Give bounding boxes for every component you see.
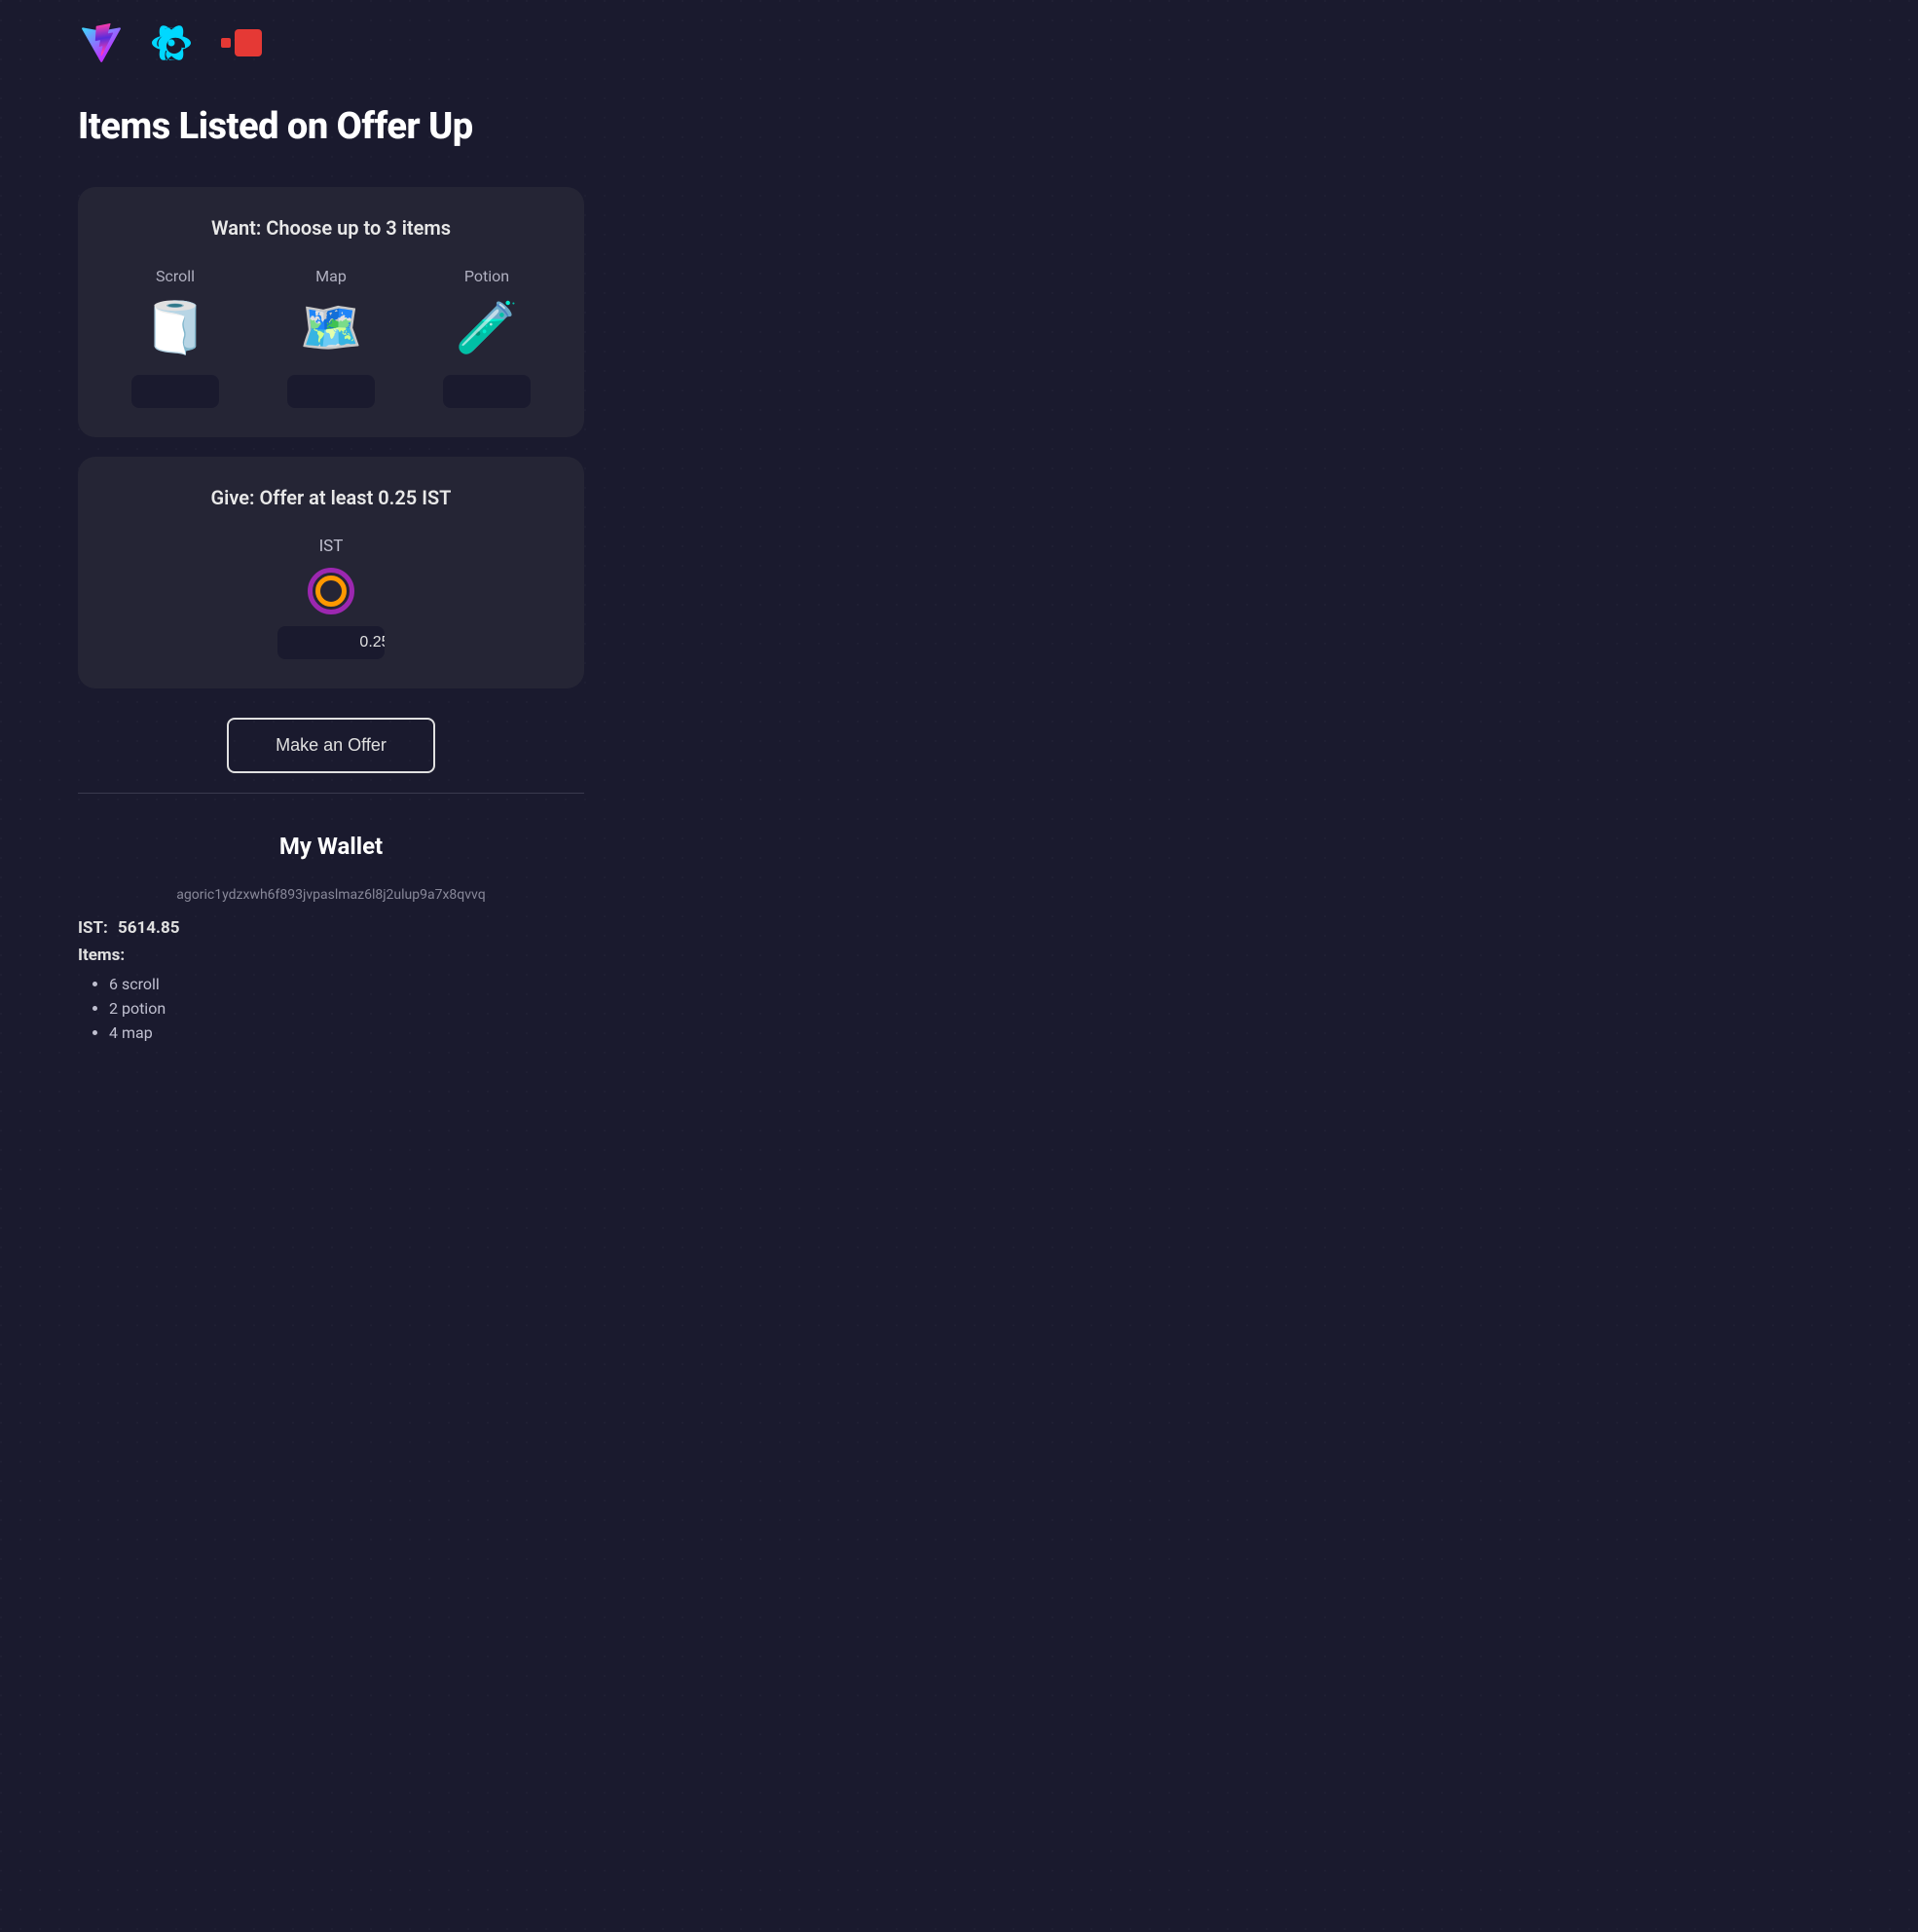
map-quantity-input[interactable] bbox=[287, 375, 375, 408]
potion-spinner: ▲ ▼ bbox=[443, 375, 531, 408]
wallet-ist-value: 5614.85 bbox=[118, 918, 179, 938]
map-item: Map 🗺️ ▲ ▼ bbox=[261, 267, 401, 408]
vite-icon[interactable] bbox=[78, 19, 125, 66]
main-content: Items Listed on Offer Up Want: Choose up… bbox=[0, 86, 1918, 1087]
scroll-item: Scroll 🧻 ▲ ▼ bbox=[105, 267, 245, 408]
potion-item: Potion 🧪 ▲ ▼ bbox=[417, 267, 557, 408]
wallet-items-label: Items: bbox=[78, 946, 584, 965]
react-icon[interactable] bbox=[148, 19, 195, 66]
scroll-quantity-input[interactable] bbox=[131, 375, 219, 408]
map-emoji: 🗺️ bbox=[300, 297, 363, 359]
scroll-spinner: ▲ ▼ bbox=[131, 375, 219, 408]
scroll-emoji: 🧻 bbox=[144, 297, 207, 359]
ist-ring bbox=[308, 568, 354, 614]
redux-dot bbox=[221, 38, 231, 48]
wallet-items-list: 6 scroll 2 potion 4 map bbox=[78, 975, 584, 1042]
ist-currency-label: IST bbox=[319, 537, 344, 556]
ist-amount-spinner: ▲ ▼ bbox=[277, 626, 385, 659]
give-card-title: Give: Offer at least 0.25 IST bbox=[105, 486, 557, 509]
potion-label: Potion bbox=[464, 267, 509, 285]
want-card: Want: Choose up to 3 items Scroll 🧻 ▲ ▼ … bbox=[78, 187, 584, 437]
make-offer-container: Make an Offer bbox=[78, 708, 584, 773]
wallet-ist-label: IST: bbox=[78, 918, 108, 938]
want-card-title: Want: Choose up to 3 items bbox=[105, 216, 557, 240]
list-item: 2 potion bbox=[109, 999, 584, 1018]
page-title: Items Listed on Offer Up bbox=[78, 105, 1840, 148]
give-card: Give: Offer at least 0.25 IST IST ▲ ▼ bbox=[78, 457, 584, 688]
list-item: 6 scroll bbox=[109, 975, 584, 993]
wallet-title: My Wallet bbox=[78, 833, 584, 860]
items-grid: Scroll 🧻 ▲ ▼ Map 🗺️ ▲ bbox=[105, 267, 557, 408]
divider bbox=[78, 793, 584, 794]
ist-amount-input[interactable] bbox=[277, 626, 385, 659]
wallet-section: My Wallet agoric1ydzxwh6f893jvpaslmaz6l8… bbox=[78, 813, 584, 1067]
make-offer-button[interactable]: Make an Offer bbox=[227, 718, 435, 773]
redux-icon[interactable] bbox=[218, 19, 265, 66]
ist-icon bbox=[304, 564, 358, 618]
ist-ring-inner bbox=[315, 576, 347, 607]
redux-square bbox=[235, 29, 262, 56]
toolbar bbox=[0, 0, 1918, 86]
scroll-label: Scroll bbox=[156, 267, 195, 285]
map-label: Map bbox=[315, 267, 347, 285]
potion-quantity-input[interactable] bbox=[443, 375, 531, 408]
map-spinner: ▲ ▼ bbox=[287, 375, 375, 408]
wallet-address: agoric1ydzxwh6f893jvpaslmaz6l8j2ulup9a7x… bbox=[78, 887, 584, 903]
wallet-ist: IST: 5614.85 bbox=[78, 918, 584, 938]
give-section: IST ▲ ▼ bbox=[105, 537, 557, 659]
potion-emoji: 🧪 bbox=[456, 297, 519, 359]
list-item: 4 map bbox=[109, 1023, 584, 1042]
